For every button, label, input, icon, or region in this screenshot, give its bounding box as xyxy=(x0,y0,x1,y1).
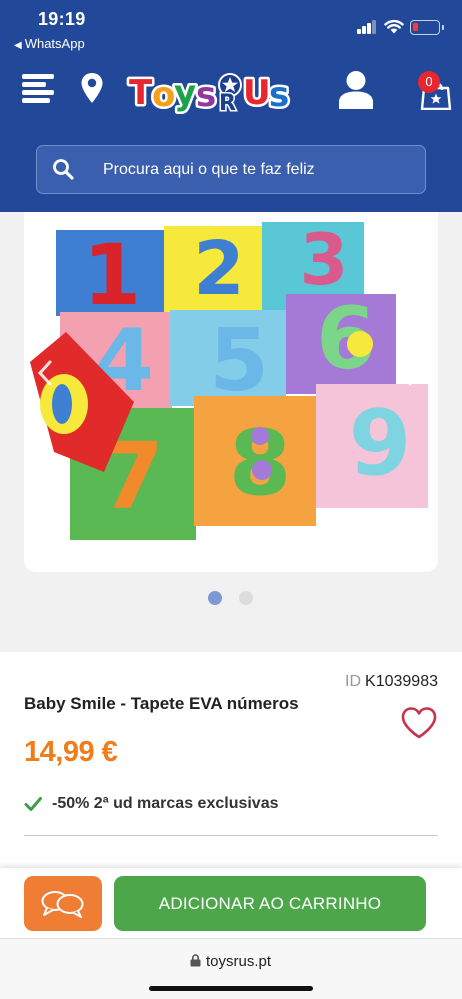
product-gallery[interactable]: 1 2 3 4 5 6 7 8 xyxy=(0,212,462,652)
svg-text:s: s xyxy=(269,75,289,115)
back-app-label: WhatsApp xyxy=(24,36,85,51)
product-id: ID K1039983 xyxy=(345,673,438,691)
status-time: 19:19 xyxy=(38,9,86,29)
url-text: toysrus.pt xyxy=(206,953,272,970)
location-pin-icon[interactable] xyxy=(80,72,104,104)
nav-row: T o y s U s R 0 xyxy=(0,60,462,130)
search-input[interactable]: Procura aqui o que te faz feliz xyxy=(36,145,426,194)
promo-text: -50% 2ª ud marcas exclusivas xyxy=(52,795,279,812)
product-id-value: K1039983 xyxy=(365,673,438,690)
svg-text:s: s xyxy=(196,75,216,115)
chat-bubbles-icon xyxy=(41,891,84,918)
signal-icon xyxy=(357,20,377,34)
carousel-dot[interactable] xyxy=(239,591,253,605)
svg-text:9: 9 xyxy=(349,391,412,496)
search-placeholder: Procura aqui o que te faz feliz xyxy=(103,161,315,178)
svg-text:o: o xyxy=(152,75,175,115)
product-id-prefix: ID xyxy=(345,673,362,690)
status-bar: 19:19 ◀ WhatsApp xyxy=(0,0,462,60)
search-icon xyxy=(53,159,74,180)
chat-button[interactable] xyxy=(24,876,102,931)
product-image[interactable]: 1 2 3 4 5 6 7 8 xyxy=(24,212,438,572)
add-to-cart-button[interactable]: ADICIONAR AO CARRINHO xyxy=(114,876,426,931)
cart-count-badge: 0 xyxy=(418,71,440,93)
battery-icon xyxy=(410,20,444,35)
browser-url-bar[interactable]: toysrus.pt xyxy=(0,938,462,999)
screen: 19:19 ◀ WhatsApp T o y s U s R 0 Procura… xyxy=(0,0,462,999)
toysrus-logo[interactable]: T o y s U s R xyxy=(126,64,302,117)
svg-text:R: R xyxy=(219,91,236,116)
product-image-card[interactable]: 1 2 3 4 5 6 7 8 xyxy=(24,212,438,572)
heart-icon[interactable] xyxy=(400,706,438,740)
svg-text:T: T xyxy=(129,73,153,113)
user-icon[interactable] xyxy=(337,70,375,110)
menu-icon[interactable] xyxy=(22,74,54,103)
home-indicator[interactable] xyxy=(149,986,313,991)
svg-text:1: 1 xyxy=(83,226,141,324)
back-to-app-link[interactable]: ◀ WhatsApp xyxy=(14,36,85,51)
action-bar: ADICIONAR AO CARRINHO xyxy=(0,868,462,938)
wifi-icon xyxy=(384,19,404,34)
check-icon xyxy=(24,797,42,811)
promo-line: -50% 2ª ud marcas exclusivas xyxy=(24,794,424,816)
product-price: 14,99 € xyxy=(24,736,118,768)
svg-text:2: 2 xyxy=(193,226,245,312)
next-image-arrow-icon[interactable] xyxy=(404,358,426,388)
carousel-dot-active[interactable] xyxy=(208,591,222,605)
product-info: ID K1039983 Baby Smile - Tapete EVA númer… xyxy=(0,652,462,872)
lock-icon xyxy=(190,954,201,967)
product-title: Baby Smile - Tapete EVA números xyxy=(24,694,299,713)
back-triangle-icon: ◀ xyxy=(14,40,22,51)
divider xyxy=(24,835,438,836)
svg-text:y: y xyxy=(174,73,196,113)
prev-image-arrow-icon[interactable] xyxy=(34,358,56,388)
carousel-dots xyxy=(0,591,462,607)
app-header: 19:19 ◀ WhatsApp T o y s U s R 0 Procura… xyxy=(0,0,462,212)
svg-text:U: U xyxy=(243,73,271,113)
